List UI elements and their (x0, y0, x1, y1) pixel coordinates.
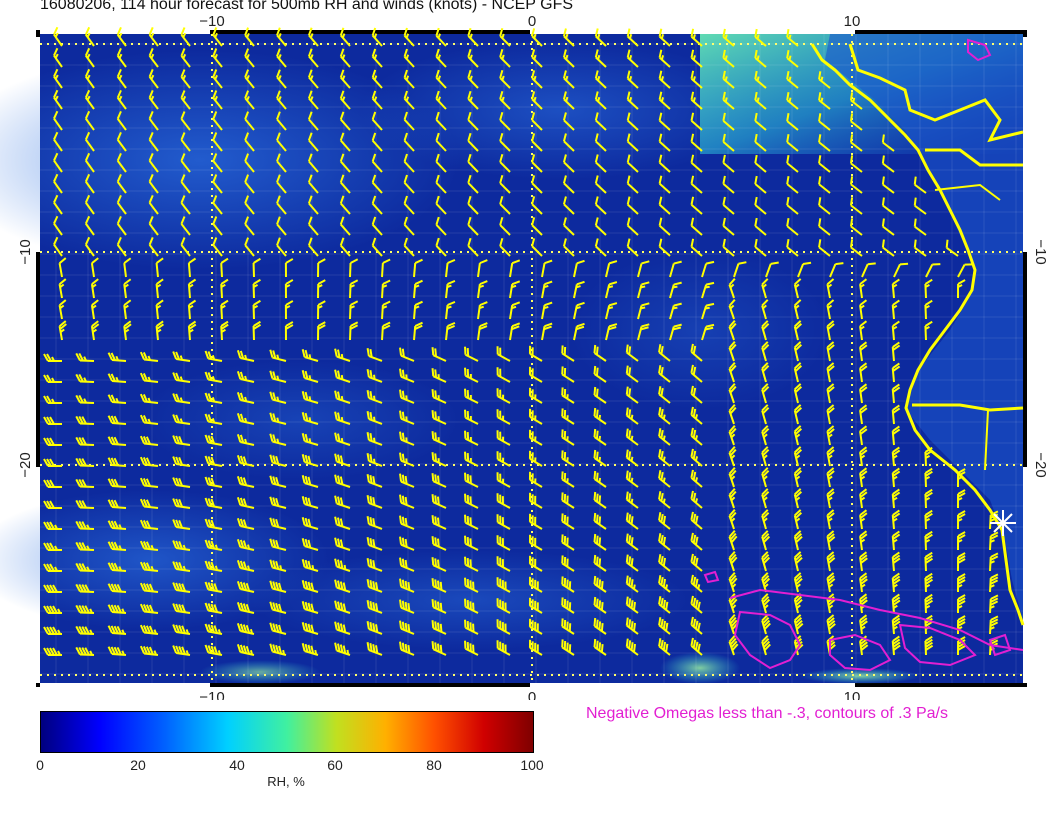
rh-colorbar (40, 711, 534, 753)
lon-labels-bottom: −10 0 10 (199, 689, 860, 700)
lat-tick-label: −20 (1032, 452, 1049, 477)
lat-labels-right: −10 −20 (1032, 239, 1049, 477)
lon-tick-label: 10 (844, 13, 861, 30)
colorbar-tick: 60 (327, 757, 343, 773)
colorbar-label: RH, % (267, 774, 305, 789)
lat-tick-label: −10 (1032, 239, 1049, 264)
forecast-map: −10 0 10 −10 0 10 −10 −20 −10 −20 (0, 13, 1049, 700)
colorbar-tick: 100 (520, 757, 544, 773)
colorbar-tick: 40 (229, 757, 245, 773)
lon-tick-label: −10 (199, 689, 224, 700)
lon-tick-label: 10 (844, 689, 861, 700)
colorbar-tick: 20 (130, 757, 146, 773)
omega-legend-note: Negative Omegas less than -.3, contours … (586, 705, 948, 722)
lat-labels-left: −10 −20 (17, 239, 34, 477)
lon-labels-top: −10 0 10 (199, 13, 860, 30)
colorbar-tick: 0 (36, 757, 44, 773)
lon-tick-label: 0 (528, 689, 536, 700)
lat-tick-label: −20 (17, 452, 34, 477)
lon-tick-label: 0 (528, 13, 536, 30)
lon-tick-label: −10 (199, 13, 224, 30)
lat-tick-label: −10 (17, 239, 34, 264)
colorbar-tick: 80 (426, 757, 442, 773)
